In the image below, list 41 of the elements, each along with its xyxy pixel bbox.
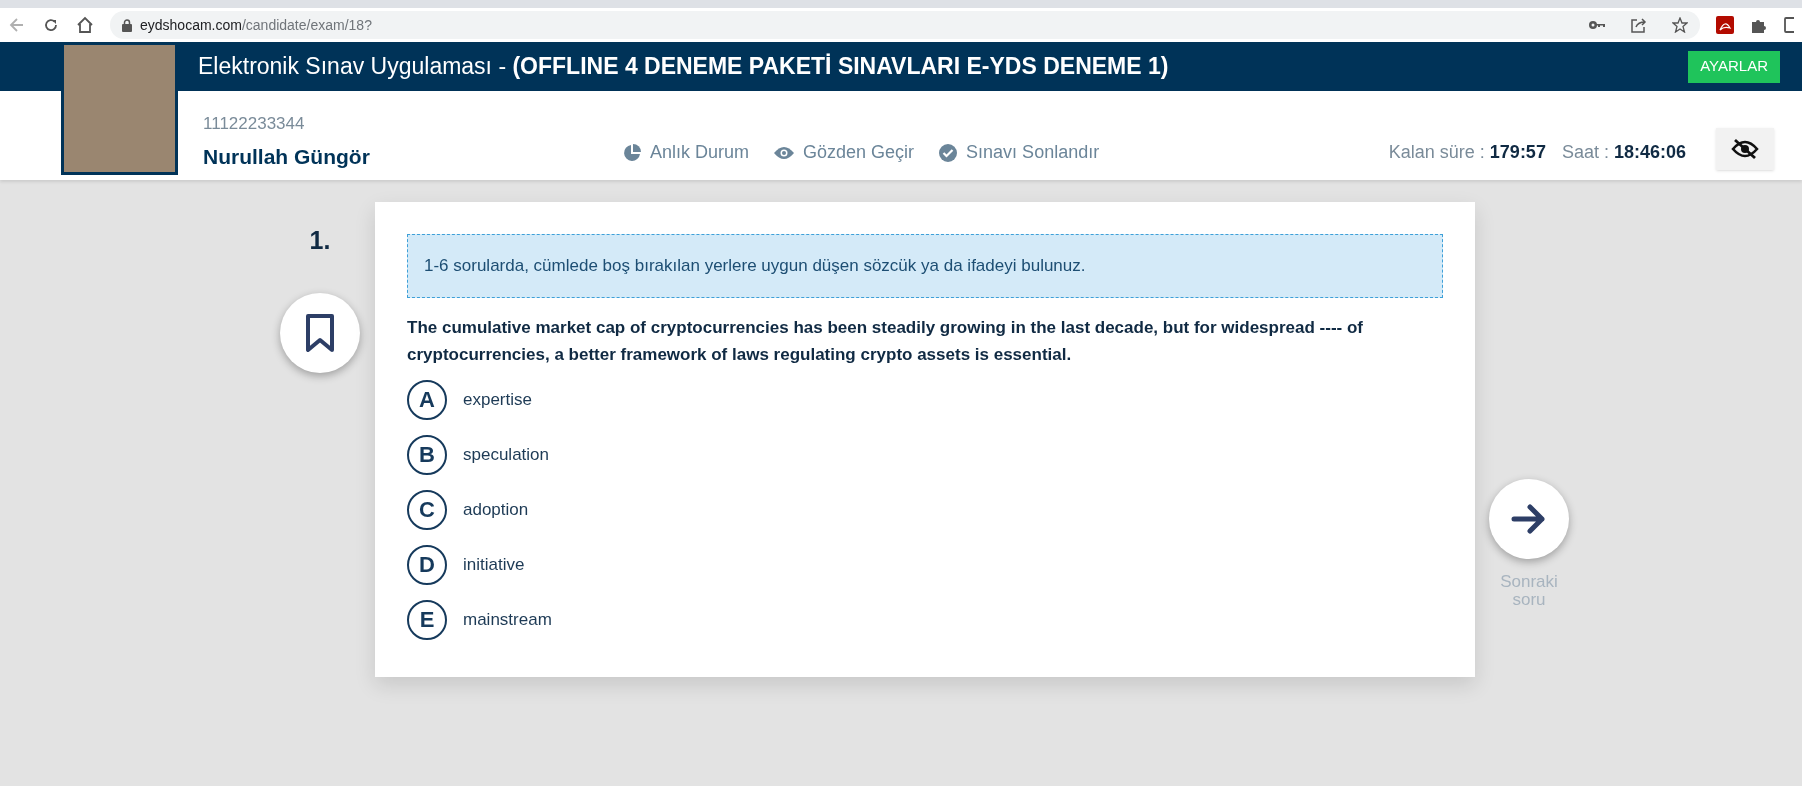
hide-button[interactable]: [1716, 128, 1774, 170]
option-text[interactable]: speculation: [463, 441, 549, 468]
option-letter[interactable]: E: [407, 599, 447, 640]
url-text: eydshocam.com/candidate/exam/18?: [140, 15, 372, 35]
clock-time: Saat : 18:46:06: [1561, 141, 1686, 164]
reload-icon[interactable]: [42, 16, 60, 34]
eye-slash-icon: [1731, 138, 1759, 160]
pdf-extension-icon[interactable]: [1716, 16, 1734, 34]
eye-icon: [773, 144, 796, 161]
candidate-name: Nurullah Güngör: [203, 143, 371, 170]
option-text[interactable]: expertise: [463, 386, 532, 413]
check-circle-icon: [938, 142, 959, 163]
nav-link[interactable]: Anlık Durum: [622, 139, 750, 166]
home-icon[interactable]: [76, 16, 94, 34]
option-text[interactable]: initiative: [463, 551, 525, 578]
nav-link[interactable]: Sınavı Sonlandır: [938, 139, 1100, 166]
instruction-box: 1-6 sorularda, cümlede boş bırakılan yerlere uygun düşen sözcük ya da ifadeyi bulunuz.: [407, 234, 1443, 298]
next-question-button[interactable]: [1489, 479, 1569, 559]
remaining-time: Kalan süre : 179:57: [1388, 141, 1546, 164]
option-letter[interactable]: C: [407, 489, 447, 530]
bookmark-icon: [305, 312, 335, 353]
question-number: 1.: [309, 225, 331, 256]
option-letter[interactable]: A: [407, 379, 447, 420]
lock-icon: [122, 18, 132, 32]
option-text[interactable]: mainstream: [463, 606, 552, 633]
question-text: The cumulative market cap of cryptocurrencies has been steadily growing in the last decade, but for widespread ---- of cryptocurrencies, a better framework of laws regulating crypto assets is essential.: [407, 316, 1364, 366]
candidate-id: 11122233344: [203, 113, 306, 135]
address-bar[interactable]: eydshocam.com/candidate/exam/18?: [110, 11, 1700, 39]
sidebar-panel-icon[interactable]: [1784, 16, 1794, 34]
exam-title: Elektronik Sınav Uygulaması - (OFFLINE 4 DENEME PAKETİ SINAVLARI E-YDS DENEME 1): [198, 52, 1169, 82]
option-text[interactable]: adoption: [463, 496, 529, 523]
option-letter[interactable]: D: [407, 544, 447, 585]
nav-link[interactable]: Gözden Geçir: [773, 139, 915, 166]
next-question-label: Sonraki soru: [1500, 573, 1558, 609]
key-icon[interactable]: [1588, 19, 1606, 31]
share-icon[interactable]: [1630, 17, 1648, 33]
right-arrow-icon: [1511, 503, 1547, 535]
pie-chart-icon: [622, 142, 642, 163]
star-icon[interactable]: [1672, 17, 1688, 33]
option-letter[interactable]: B: [407, 434, 447, 475]
bookmark-button[interactable]: [280, 292, 360, 373]
